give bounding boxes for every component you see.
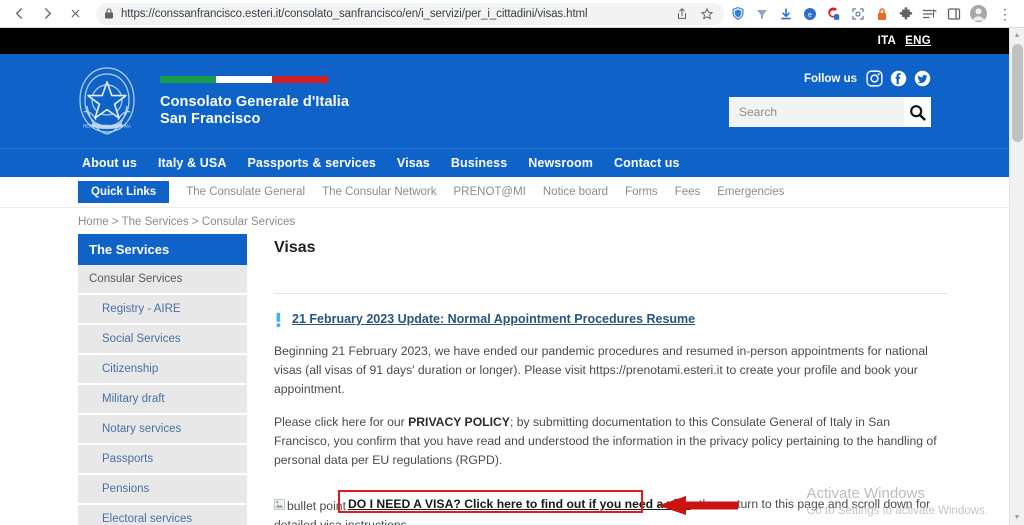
url-text: https://conssanfrancisco.esteri.it/conso… [121, 7, 588, 20]
follow-us-row: Follow us [804, 70, 931, 87]
twitter-icon[interactable] [914, 70, 931, 87]
content-columns: The Services Consular Services Registry … [0, 234, 1009, 525]
download-icon[interactable] [778, 6, 793, 21]
paragraph-privacy-policy: Please click here for our PRIVACY POLICY… [274, 413, 947, 470]
site-header: REPVBBLICA ITALIANA Consolato Generale d… [0, 54, 1009, 148]
sidebar-item-social-services[interactable]: Social Services [78, 325, 247, 355]
quicklink-consulate-general[interactable]: The Consulate General [186, 186, 305, 198]
alert-row: 21 February 2023 Update: Normal Appointm… [274, 311, 947, 328]
browser-nav-buttons [0, 2, 88, 26]
instagram-icon[interactable] [866, 70, 883, 87]
quicklink-consular-network[interactable]: The Consular Network [322, 186, 436, 198]
privacy-pre-text: Please click here for our [274, 415, 409, 429]
browser-toolbar: https://conssanfrancisco.esteri.it/conso… [0, 0, 1024, 28]
breadcrumb[interactable]: Home > The Services > Consular Services [0, 208, 1009, 234]
blue-circle-extension-icon[interactable]: e [802, 6, 817, 21]
quicklink-forms[interactable]: Forms [625, 186, 658, 198]
broken-image-alt-text: bullet point [287, 499, 346, 513]
sidebar-item-electoral-services[interactable]: Electoral services [78, 505, 247, 525]
profile-avatar[interactable] [970, 5, 987, 22]
page-scrollbar[interactable]: ▲ ▼ [1009, 28, 1024, 525]
sidebar-item-notary-services[interactable]: Notary services [78, 415, 247, 445]
privacy-policy-link[interactable]: PRIVACY POLICY [408, 415, 510, 429]
brand-text: Consolato Generale d'Italia San Francisc… [160, 74, 349, 128]
sidebar-item-military-draft[interactable]: Military draft [78, 385, 247, 415]
reading-list-icon[interactable] [922, 6, 937, 21]
italian-republic-emblem: REPVBBLICA ITALIANA [79, 67, 135, 135]
lang-english[interactable]: ENG [905, 35, 931, 47]
stop-loading-icon[interactable] [62, 2, 88, 26]
appointment-update-link[interactable]: 21 February 2023 Update: Normal Appointm… [292, 311, 695, 327]
kebab-menu-icon[interactable]: ⋮ [996, 7, 1018, 21]
quicklink-emergencies[interactable]: Emergencies [717, 186, 784, 198]
scroll-up-arrow-icon[interactable]: ▲ [1010, 28, 1024, 43]
quicklink-notice-board[interactable]: Notice board [543, 186, 608, 198]
sidebar-item-registry-aire[interactable]: Registry - AIRE [78, 295, 247, 325]
scrollbar-thumb[interactable] [1012, 44, 1023, 142]
sidebar-item-consular-services[interactable]: Consular Services [78, 265, 247, 295]
search-box [729, 97, 931, 127]
scroll-down-arrow-icon[interactable]: ▼ [1010, 510, 1024, 525]
svg-text:REPVBBLICA ITALIANA: REPVBBLICA ITALIANA [83, 124, 131, 129]
nav-item-passports-services[interactable]: Passports & services [247, 156, 375, 170]
svg-text:e: e [808, 12, 812, 19]
red-c-extension-icon[interactable] [826, 6, 841, 21]
visa-question-row: bullet point DO I NEED A VISA? Click here… [274, 490, 947, 525]
main-content: Visas 21 February 2023 Update: Normal Ap… [247, 234, 1009, 525]
nav-item-about-us[interactable]: About us [82, 156, 137, 170]
follow-us-label: Follow us [803, 72, 857, 85]
back-arrow-icon[interactable] [6, 2, 32, 26]
nav-item-italy-usa[interactable]: Italy & USA [158, 156, 226, 170]
do-i-need-a-visa-link[interactable]: DO I NEED A VISA? Click here to find out… [346, 497, 692, 511]
divider [274, 293, 947, 294]
brand-line-1: Consolato Generale d'Italia [160, 94, 350, 110]
side-panel-icon[interactable] [946, 6, 961, 21]
sidebar-title: The Services [78, 234, 247, 265]
quick-links-bar: Quick Links The Consulate General The Co… [0, 177, 1009, 208]
header-right: Follow us [729, 70, 931, 127]
site-brand[interactable]: REPVBBLICA ITALIANA Consolato Generale d… [0, 60, 349, 142]
quick-links-badge[interactable]: Quick Links [78, 181, 170, 203]
nav-item-contact-us[interactable]: Contact us [614, 156, 680, 170]
forward-arrow-icon[interactable] [34, 2, 60, 26]
brand-line-2: San Francisco [160, 111, 261, 127]
page-content: ITA ENG REPVBBLICA ITALIANA Consolato Ge… [0, 28, 1009, 525]
puzzle-extensions-icon[interactable] [898, 6, 913, 21]
lang-italian[interactable]: ITA [878, 35, 897, 47]
sidebar-item-citizenship[interactable]: Citizenship [78, 355, 247, 385]
search-input[interactable] [729, 97, 904, 127]
shield-extension-icon[interactable] [730, 6, 745, 21]
paragraph-pandemic-update: Beginning 21 February 2023, we have ende… [274, 344, 928, 396]
sidebar-item-passports[interactable]: Passports [78, 445, 247, 475]
search-icon [910, 104, 926, 121]
address-bar[interactable]: https://conssanfrancisco.esteri.it/conso… [96, 2, 724, 25]
browser-extensions: e ⋮ [730, 5, 1024, 22]
page-viewport: ITA ENG REPVBBLICA ITALIANA Consolato Ge… [0, 28, 1024, 525]
quicklink-fees[interactable]: Fees [675, 186, 701, 198]
sidebar: The Services Consular Services Registry … [78, 234, 247, 525]
nav-item-business[interactable]: Business [451, 156, 507, 170]
star-icon[interactable] [699, 6, 714, 21]
quicklink-prenotami[interactable]: PRENOT@MI [454, 186, 526, 198]
lock-icon [104, 8, 114, 19]
broken-bullet-image: bullet point [274, 497, 346, 516]
screenshot-extension-icon[interactable] [850, 6, 865, 21]
italian-tricolor-bar [160, 76, 328, 83]
nav-item-newsroom[interactable]: Newsroom [528, 156, 593, 170]
language-bar: ITA ENG [0, 28, 1009, 54]
facebook-icon[interactable] [890, 70, 907, 87]
share-icon[interactable] [674, 6, 689, 21]
main-navigation: About us Italy & USA Passports & service… [0, 148, 1009, 177]
orange-lock-extension-icon[interactable] [874, 6, 889, 21]
nav-item-visas[interactable]: Visas [397, 156, 430, 170]
funnel-extension-icon[interactable] [754, 6, 769, 21]
broken-image-icon [274, 497, 285, 516]
exclamation-mark-icon [276, 312, 281, 328]
search-button[interactable] [904, 97, 931, 127]
page-title: Visas [274, 239, 316, 256]
sidebar-item-pensions[interactable]: Pensions [78, 475, 247, 505]
